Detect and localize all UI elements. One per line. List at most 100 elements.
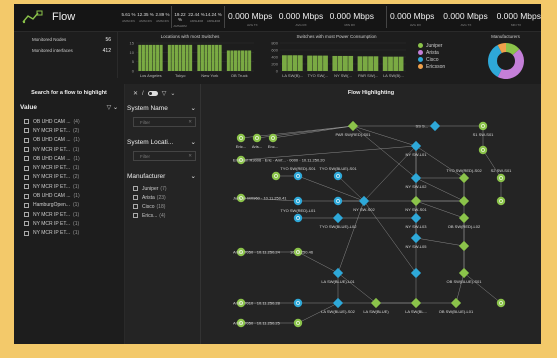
checkbox[interactable] (24, 184, 29, 190)
value-list-item[interactable]: OB UHD CAM ... (4) (14, 117, 124, 126)
switch-node[interactable]: NY SW-L01 (406, 140, 428, 157)
endpoint-node[interactable] (293, 196, 303, 206)
legend-item: Juniper (418, 42, 445, 49)
switch-node[interactable]: SS S... (416, 120, 441, 132)
value-list-item[interactable]: NY MCR IP ET... (1) (14, 145, 124, 154)
switch-node[interactable] (458, 240, 470, 252)
value-list-item[interactable]: NY MCR IP ET... (2) (14, 173, 124, 182)
checkbox[interactable] (133, 204, 138, 209)
checkbox[interactable] (133, 186, 138, 191)
switch-node[interactable]: OB SW(RED)-L02 (448, 212, 481, 229)
endpoint-node[interactable] (293, 298, 303, 308)
chevron-down-icon[interactable]: ⌄ (191, 172, 196, 180)
system-name-filter-input[interactable]: Filter ✕ (133, 117, 196, 127)
endpoint-node[interactable]: Aris... (252, 133, 262, 149)
flow-topology-graph[interactable]: Eric... Aris... Enc... PAR SW(RED)-S01 SS S.… (201, 98, 541, 343)
switch-node[interactable]: LA SW(BLUE)-S02 (321, 297, 356, 314)
filter-icon[interactable]: ▽ (162, 90, 167, 97)
endpoint-node[interactable]: 10.11.250.46 (290, 247, 314, 257)
bar-segment (357, 56, 363, 71)
checkbox[interactable] (24, 202, 29, 208)
switch-node[interactable] (458, 195, 470, 207)
switch-node[interactable]: LA SW(BL... (405, 297, 427, 314)
clear-icon[interactable]: ✕ (133, 90, 138, 97)
chevron-down-icon[interactable]: ⌄ (113, 105, 118, 111)
endpoint-node[interactable]: TYO SW(RED)-S01 (280, 166, 316, 181)
value-list-item[interactable]: NY MCR IP ET... (1) (14, 229, 124, 238)
chevron-down-icon[interactable]: ⌄ (191, 104, 196, 112)
switch-node[interactable]: LA SW(BLUE) (363, 297, 389, 314)
endpoint-node[interactable]: S2 SW-S01 (491, 168, 513, 183)
checkbox[interactable] (24, 156, 29, 162)
value-list-item[interactable]: OB UHD CAM ... (1) (14, 154, 124, 163)
checkbox[interactable] (133, 213, 138, 218)
manufacturer-item[interactable]: Juniper (7) (125, 184, 200, 193)
switch-node[interactable]: TYO SW(RED)-S02 (446, 168, 482, 184)
manufacturer-item[interactable]: Cisco (18) (125, 202, 200, 211)
endpoint-node[interactable] (496, 298, 506, 308)
chevron-down-icon[interactable]: ⌄ (191, 138, 196, 146)
value-list-item[interactable]: OB UHD CAM ... (1) (14, 191, 124, 200)
checkbox[interactable] (24, 165, 29, 171)
manufacturer-item[interactable]: Erics... (4) (125, 211, 200, 220)
node-marker (293, 196, 303, 206)
endpoint-node[interactable] (293, 318, 303, 328)
switch-node[interactable]: OB SW(BLUE)-L01 (439, 297, 474, 314)
value-list-item[interactable]: NY MCR IP ET... (1) (14, 182, 124, 191)
value-list-item[interactable]: NY MCR IP ET... (1) (14, 210, 124, 219)
system-name-header[interactable]: System Name ⌄ (125, 103, 200, 113)
value-count: (1) (73, 183, 80, 190)
x-tick-label: New York (201, 73, 218, 78)
switch-node[interactable]: TYO SW(BLUE)-L02 (320, 212, 358, 229)
endpoint-node[interactable]: Eric... (236, 133, 246, 149)
value-list-item[interactable]: NY MCR IP ET... (1) (14, 163, 124, 172)
endpoint-node[interactable]: Juniper MX960 · 10.11.250.41 (233, 193, 287, 203)
endpoint-node[interactable]: Arista 7010 · 10.11.250.28 (233, 298, 281, 308)
filter-icon[interactable]: ▽ (107, 105, 112, 111)
checkbox[interactable] (24, 221, 29, 227)
value-list-item[interactable]: NY MCR IP ET... (1) (14, 219, 124, 228)
system-location-header[interactable]: System Locati... ⌄ (125, 137, 200, 147)
endpoint-node[interactable]: Arista 7050 · 10.11.250.24 (233, 247, 281, 257)
endpoint-node[interactable] (478, 145, 488, 155)
checkbox[interactable] (24, 230, 29, 236)
checkbox[interactable] (24, 128, 29, 134)
filter-toggle-switch[interactable] (147, 91, 158, 96)
close-icon[interactable]: ✕ (188, 119, 192, 125)
endpoint-node[interactable] (333, 196, 343, 206)
endpoint-node[interactable] (496, 196, 506, 206)
chevron-down-icon[interactable]: ⌄ (170, 90, 175, 97)
checkbox[interactable] (24, 119, 29, 125)
checkbox[interactable] (24, 212, 29, 218)
endpoint-node[interactable]: TYO SW(BLUE)-S01 (319, 166, 357, 181)
endpoint-node[interactable]: Ericsson R3006 · Eric · Arnf... · 0000 ·… (233, 155, 326, 165)
switch-node[interactable]: PAR SW(RED)-S01 (335, 120, 371, 137)
endpoint-node[interactable] (271, 171, 281, 181)
manufacturer-header[interactable]: Manufacturer ⌄ (125, 171, 200, 181)
checkbox[interactable] (24, 193, 29, 199)
switch-node[interactable]: NY SW-L05 (406, 232, 428, 249)
close-icon[interactable]: ✕ (188, 153, 192, 159)
value-label: NY MCR IP ET... (33, 127, 71, 134)
switch-node[interactable]: LA SW(BLUE)-L01 (321, 267, 355, 284)
manufacturer-item[interactable]: Arista (23) (125, 193, 200, 202)
system-location-filter-input[interactable]: Filter ✕ (133, 151, 196, 161)
switch-marker (458, 195, 470, 207)
endpoint-node[interactable]: S1 SW-S01 (473, 121, 495, 137)
switch-node[interactable]: NY SW-L03 (406, 212, 428, 229)
checkbox[interactable] (24, 147, 29, 153)
checkbox[interactable] (24, 174, 29, 180)
value-list-item[interactable]: NY MCR IP ET... (2) (14, 126, 124, 135)
endpoint-node[interactable]: Enc... (268, 133, 278, 149)
x-tick-label: LA SW(B)... (282, 73, 303, 78)
switch-node[interactable] (410, 267, 422, 279)
manufacturer-label: Manufacturer (127, 172, 166, 180)
switch-node[interactable]: NY SW-L02 (406, 172, 428, 189)
endpoint-node[interactable]: Arista 7050 · 10.11.250.25 (233, 318, 281, 328)
value-list-item[interactable]: OB UHD CAM ... (1) (14, 136, 124, 145)
checkbox[interactable] (24, 137, 29, 143)
value-list-item[interactable]: HamburgOpen... (1) (14, 201, 124, 210)
endpoint-node[interactable]: TYO SW(RED)-L01 (281, 208, 317, 223)
checkbox[interactable] (133, 195, 138, 200)
switch-node[interactable]: OB SW(BLUE)-S01 (447, 267, 483, 284)
